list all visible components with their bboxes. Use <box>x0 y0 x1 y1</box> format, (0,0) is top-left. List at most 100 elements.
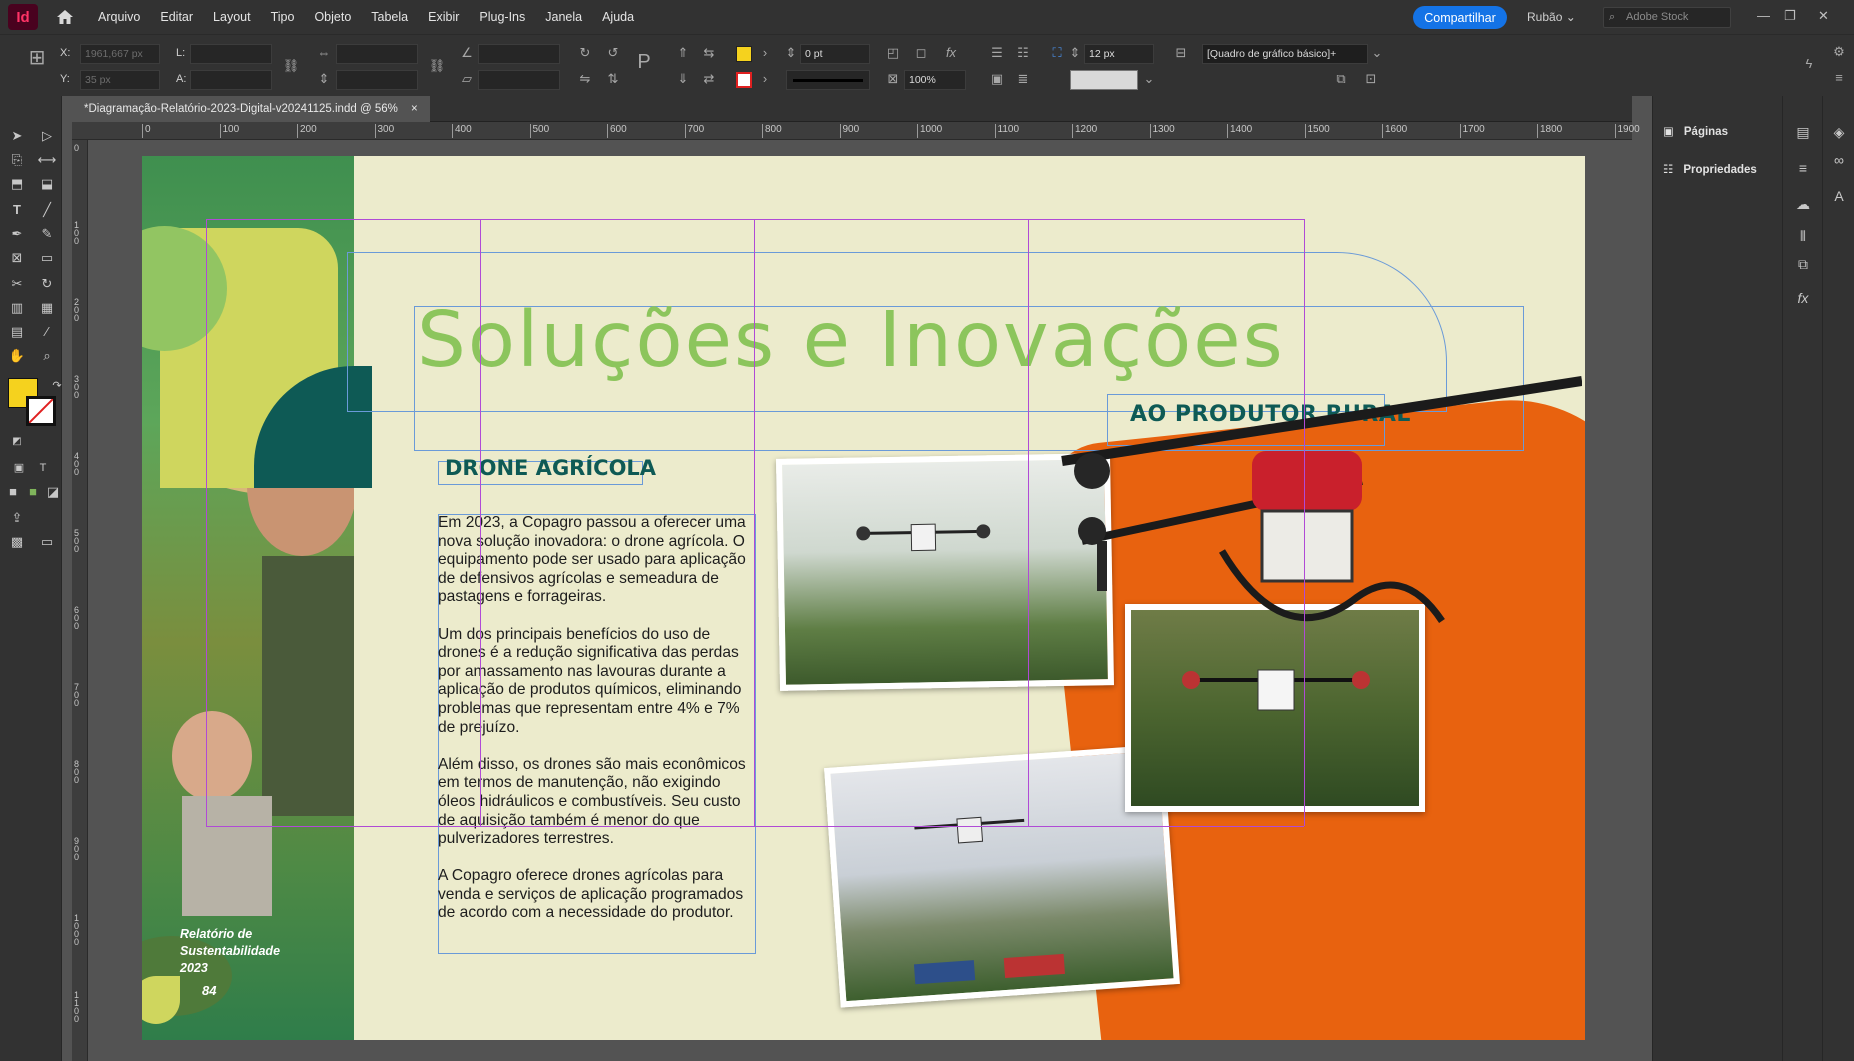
scale-y-field[interactable] <box>336 70 418 90</box>
type-tool-icon[interactable]: T <box>6 200 28 220</box>
content-placer-icon[interactable]: ⬓ <box>36 174 58 194</box>
constrain-link-icon[interactable]: ⛓ <box>282 57 300 75</box>
text-wrap-jump-icon[interactable]: ≣ <box>1014 70 1032 88</box>
links-icon[interactable]: ∞ <box>1829 152 1849 172</box>
layers-icon[interactable]: ◈ <box>1829 124 1849 144</box>
rectangle-frame-tool-icon[interactable]: ⊠ <box>6 248 28 268</box>
stroke-color-swatch[interactable] <box>26 396 56 426</box>
flip-horizontal-icon[interactable]: ⇋ <box>576 70 594 88</box>
format-text-icon[interactable]: T <box>32 458 54 478</box>
stroke-swatch[interactable] <box>736 72 752 88</box>
corner-stepper-icon[interactable]: ⇕ <box>1066 44 1084 62</box>
pathfinder-icon[interactable]: ⧉ <box>1793 256 1813 276</box>
select-next-icon[interactable]: ⇄ <box>700 70 718 88</box>
text-wrap-shape-icon[interactable]: ▣ <box>988 70 1006 88</box>
select-previous-icon[interactable]: ⇆ <box>700 44 718 62</box>
text-wrap-box-icon[interactable]: ☷ <box>1014 44 1032 62</box>
normal-view-icon[interactable]: ▩ <box>6 532 28 552</box>
user-menu[interactable]: Rubão ⌄ <box>1527 10 1576 24</box>
screen-mode-icon[interactable]: ▭ <box>36 532 58 552</box>
stroke-chevron-icon[interactable]: › <box>756 70 774 88</box>
character-styles-icon[interactable]: A <box>1829 188 1849 208</box>
zoom-tool-icon[interactable]: ⌕ <box>36 346 58 366</box>
menu-editar[interactable]: Editar <box>160 10 193 24</box>
height-field[interactable] <box>190 70 272 90</box>
minimize-icon[interactable]: — <box>1757 8 1770 23</box>
fill-swatch[interactable] <box>736 46 752 62</box>
corner-options-icon[interactable]: ⛶ <box>1048 44 1066 62</box>
menu-exibir[interactable]: Exibir <box>428 10 459 24</box>
apply-gradient-icon[interactable]: ■ <box>22 482 44 502</box>
object-style-icon[interactable]: ⊟ <box>1172 44 1190 62</box>
adobe-stock-search[interactable]: ⌕ Adobe Stock <box>1603 7 1731 28</box>
rotate-ccw-icon[interactable]: ↺ <box>604 44 622 62</box>
large-drone-image[interactable] <box>1022 371 1582 651</box>
scale-y-icon[interactable]: ⇕ <box>315 70 333 88</box>
note-tool-icon[interactable]: ▤ <box>6 322 28 342</box>
menu-ajuda[interactable]: Ajuda <box>602 10 634 24</box>
y-field[interactable]: 35 px <box>80 70 160 90</box>
scissors-tool-icon[interactable]: ✂ <box>6 274 28 294</box>
swap-colors-icon[interactable]: ↷ <box>46 376 68 396</box>
gradient-tool-icon[interactable]: ▥ <box>6 298 28 318</box>
page-tool-icon[interactable]: ⎘ <box>6 150 28 170</box>
format-container-icon[interactable]: ▣ <box>8 458 30 478</box>
corner-shape-chevron-icon[interactable]: ⌄ <box>1140 70 1158 88</box>
frame-content-icon[interactable]: ◻ <box>912 44 930 62</box>
pages-panel-tab[interactable]: ▣ Páginas <box>1663 124 1728 138</box>
line-tool-icon[interactable]: ╱ <box>36 200 58 220</box>
apply-none-icon[interactable]: ◪ <box>42 482 64 502</box>
scale-x-field[interactable] <box>336 44 418 64</box>
shear-field[interactable] <box>478 70 560 90</box>
opacity-field[interactable]: 100% <box>904 70 966 90</box>
menu-arquivo[interactable]: Arquivo <box>98 10 140 24</box>
menu-plug-ins[interactable]: Plug-Ins <box>479 10 525 24</box>
select-content-icon[interactable]: ⇓ <box>674 70 692 88</box>
pasteboard[interactable]: Soluções e Inovações AO PRODUTOR RURAL D… <box>88 140 1632 1061</box>
fx-effects-icon[interactable]: fx <box>1793 290 1813 310</box>
selection-tool-icon[interactable]: ➤ <box>6 126 28 146</box>
share-for-review-icon[interactable]: ⇪ <box>6 508 28 528</box>
select-container-icon[interactable]: ⇑ <box>674 44 692 62</box>
share-button[interactable]: Compartilhar <box>1413 6 1507 29</box>
hand-tool-icon[interactable]: ✋ <box>6 346 28 366</box>
object-style-select[interactable]: [Quadro de gráfico básico]+ <box>1202 44 1368 64</box>
rotate-angle-icon[interactable]: ∠ <box>458 44 476 62</box>
rotate-cw-icon[interactable]: ↻ <box>576 44 594 62</box>
lightning-icon[interactable]: ϟ <box>1800 55 1818 73</box>
menu-tipo[interactable]: Tipo <box>271 10 295 24</box>
fill-chevron-icon[interactable]: › <box>756 44 774 62</box>
text-wrap-none-icon[interactable]: ☰ <box>988 44 1006 62</box>
menu-layout[interactable]: Layout <box>213 10 251 24</box>
flip-vertical-icon[interactable]: ⇅ <box>604 70 622 88</box>
content-collector-icon[interactable]: ⬒ <box>6 174 28 194</box>
effects-fx-icon[interactable]: fx <box>942 44 960 62</box>
gear-icon[interactable]: ⚙ <box>1830 43 1848 61</box>
horizontal-ruler[interactable]: 0 100 200 300 400 500 600 700 800 900 1000 1100 1200… <box>72 122 1640 140</box>
pencil-tool-icon[interactable]: ✎ <box>36 224 58 244</box>
scale-x-icon[interactable]: ⇔ <box>315 44 333 62</box>
stroke-weight-field[interactable]: 0 pt <box>800 44 870 64</box>
panel-menu-icon[interactable]: ≡ <box>1830 69 1848 87</box>
stroke-weight-stepper-icon[interactable]: ⇕ <box>782 44 800 62</box>
pages-strip-icon[interactable]: ▤ <box>1793 124 1813 144</box>
reference-point-icon[interactable]: ⊞ <box>24 48 50 75</box>
close-tab-icon[interactable]: × <box>411 103 418 115</box>
rotate-tool-icon[interactable]: ↻ <box>36 274 58 294</box>
default-colors-icon[interactable]: ◩ <box>6 432 28 452</box>
menu-tabela[interactable]: Tabela <box>371 10 408 24</box>
gradient-feather-icon[interactable]: ▦ <box>36 298 58 318</box>
restore-icon[interactable]: ❐ <box>1784 8 1796 24</box>
rotation-field[interactable] <box>478 44 560 64</box>
gap-tool-icon[interactable]: ⟷ <box>36 150 58 170</box>
menu-objeto[interactable]: Objeto <box>314 10 351 24</box>
document-tab[interactable]: *Diagramação-Relatório-2023-Digital-v202… <box>72 96 430 122</box>
document-page[interactable]: Soluções e Inovações AO PRODUTOR RURAL D… <box>142 156 1585 1040</box>
menu-janela[interactable]: Janela <box>545 10 582 24</box>
corner-shape-select[interactable] <box>1070 70 1138 90</box>
shear-angle-icon[interactable]: ▱ <box>458 70 476 88</box>
pen-tool-icon[interactable]: ✒ <box>6 224 28 244</box>
cc-libraries-icon[interactable]: ☁ <box>1793 196 1813 216</box>
quick-apply-icon[interactable]: ⊡ <box>1362 70 1380 88</box>
stroke-type-select[interactable] <box>786 70 870 90</box>
